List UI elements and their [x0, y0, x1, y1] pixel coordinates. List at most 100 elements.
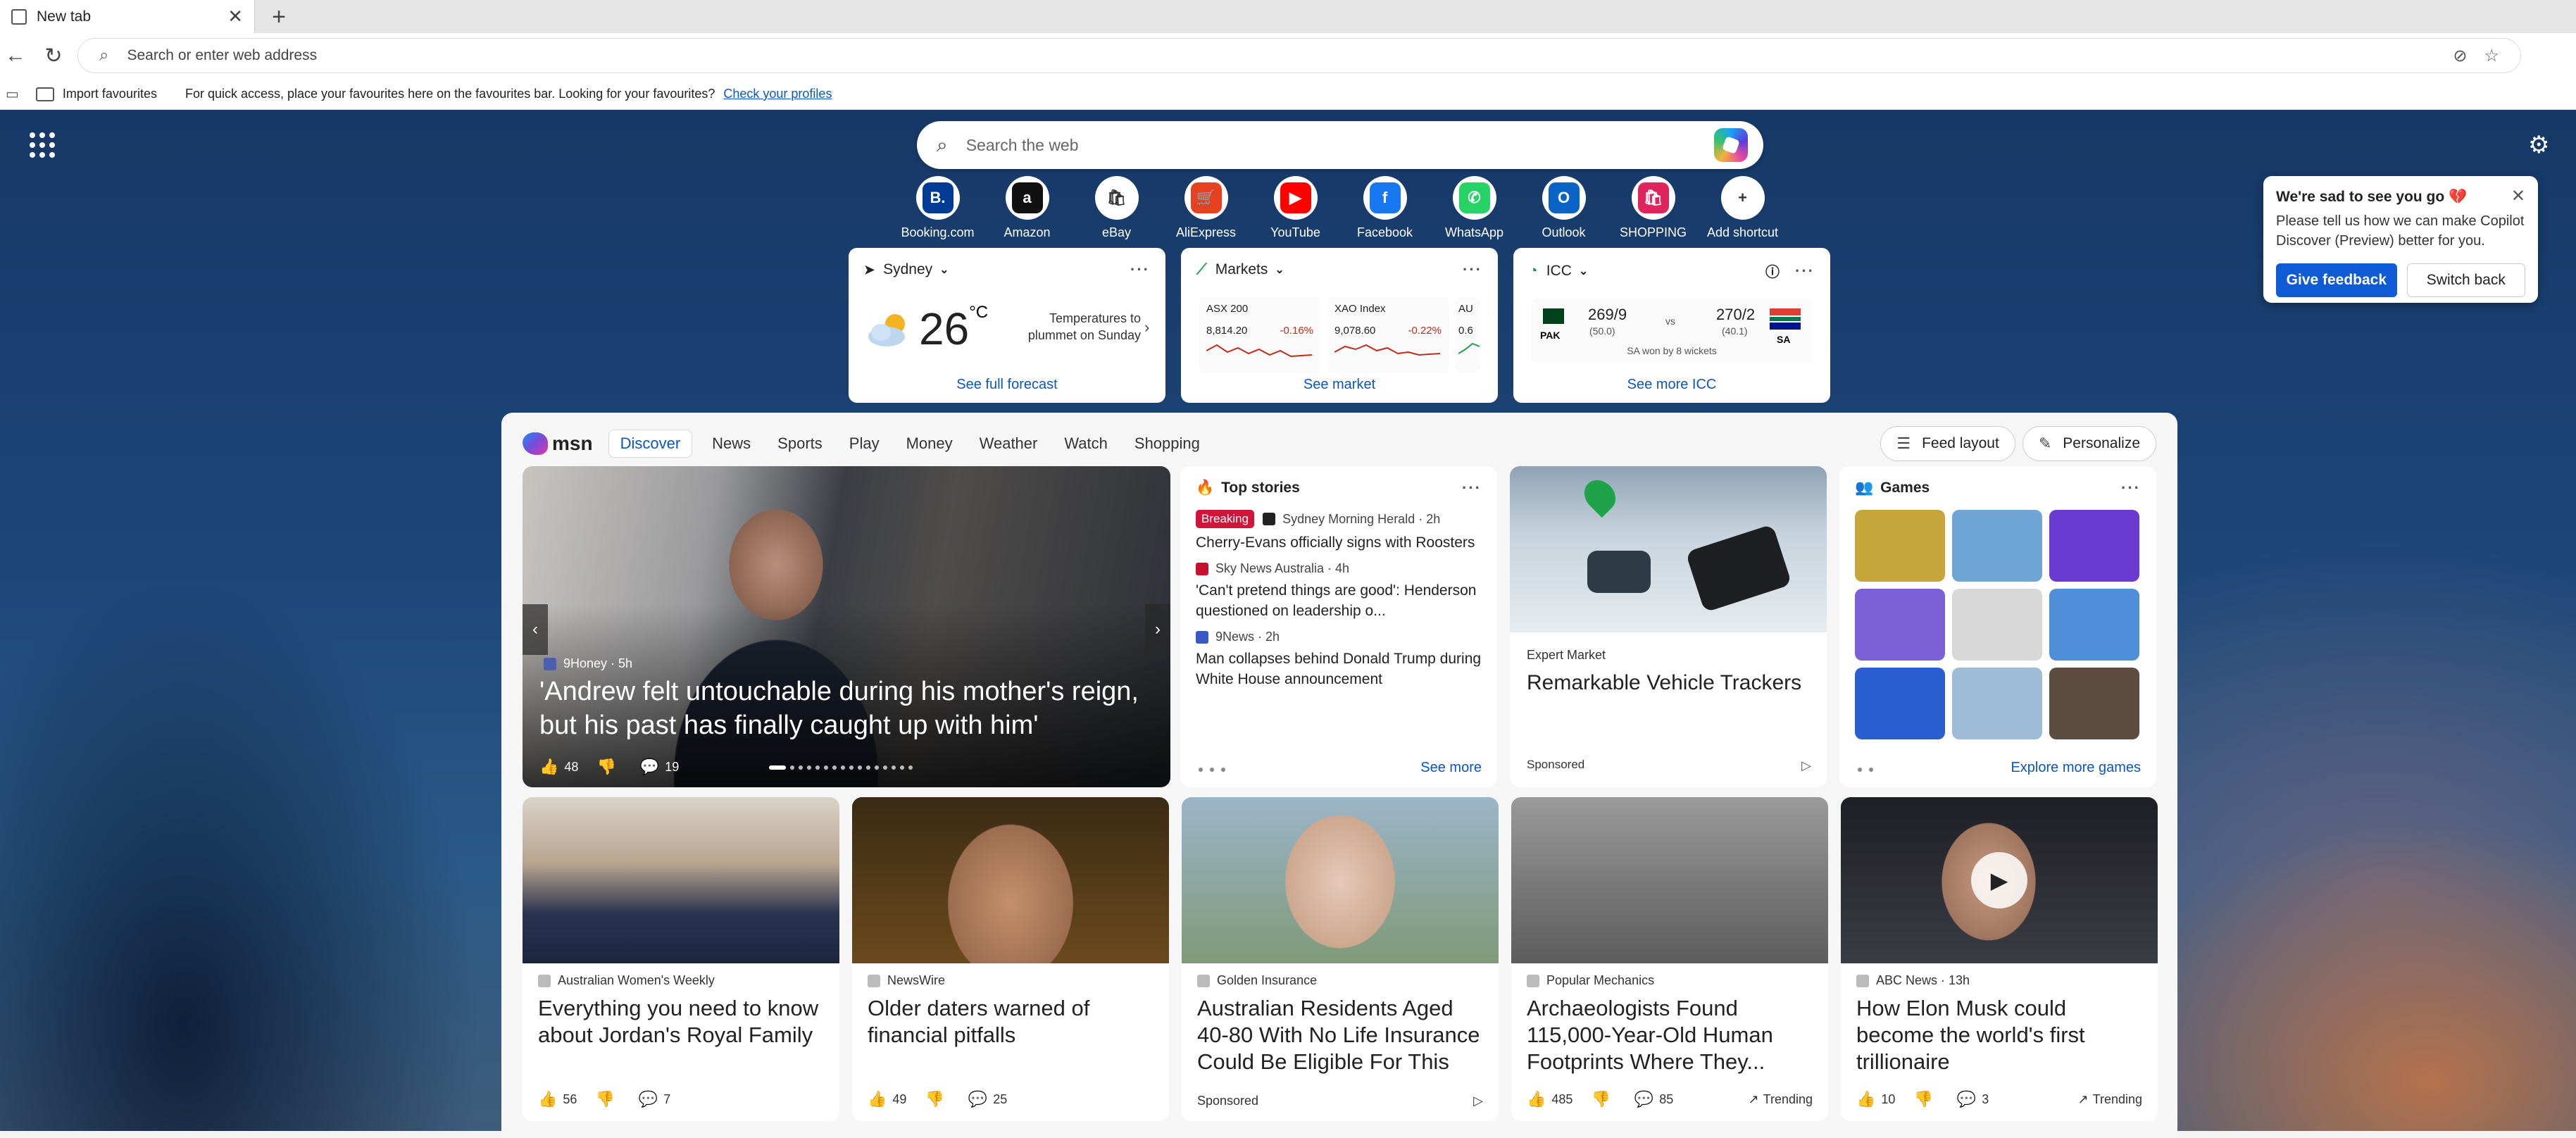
pager-dots[interactable] [1858, 768, 1880, 772]
shortcut-7[interactable]: O Outlook [1519, 176, 1608, 244]
story-item[interactable]: Breaking Sydney Morning Herald · 2h Cherr… [1196, 510, 1482, 553]
give-feedback-button[interactable]: Give feedback [2276, 263, 2397, 297]
market-item[interactable]: ASX 200 8,814.20 -0.16% [1199, 297, 1320, 373]
market-item[interactable]: AU 0.6 [1456, 297, 1480, 373]
tab-new-tab[interactable]: New tab ✕ [0, 0, 255, 33]
shortcut-1[interactable]: a Amazon [982, 176, 1072, 244]
game-tile[interactable] [1855, 589, 1945, 661]
market-item[interactable]: XAO Index 9,078.60 -0.22% [1327, 297, 1449, 373]
new-tab-button[interactable]: + [265, 3, 293, 31]
carousel-dots[interactable] [769, 765, 917, 770]
favourite-star-icon[interactable]: ☆ [2484, 46, 2499, 66]
chevron-down-icon[interactable]: ⌄ [1275, 263, 1284, 277]
more-options-icon[interactable]: ··· [2121, 479, 2141, 497]
play-icon[interactable]: ▶ [1971, 852, 2027, 908]
dislike-button[interactable]: 👎 [596, 758, 621, 776]
address-bar[interactable]: ⌕ Search or enter web address ⊘ ☆ [77, 38, 2521, 73]
story-headline[interactable]: Man collapses behind Donald Trump during… [1196, 649, 1482, 689]
weather-widget[interactable]: ➤ Sydney ⌄ ··· 26°C Temperatures to plum… [849, 248, 1165, 403]
news-title[interactable]: How Elon Musk could become the world's f… [1856, 995, 2142, 1078]
dislike-button[interactable]: 👎 [925, 1090, 949, 1108]
like-button[interactable]: 👍 485 [1527, 1090, 1573, 1108]
icc-more-icon[interactable]: ··· [1795, 262, 1815, 280]
news-title[interactable]: Australian Residents Aged 40-80 With No … [1197, 995, 1483, 1078]
more-options-icon[interactable]: ··· [1462, 479, 1482, 497]
ad-choices-icon[interactable]: ▷ [1473, 1094, 1483, 1108]
tracking-prevention-icon[interactable]: ⊘ [2453, 46, 2467, 66]
explore-more-games-link[interactable]: Explore more games [2011, 760, 2141, 776]
markets-widget[interactable]: ⟋ Markets ⌄ ··· ASX 200 8,814.20 -0.16% X… [1181, 248, 1498, 403]
msn-logo[interactable]: msn [523, 432, 593, 455]
back-button[interactable]: ← [0, 40, 31, 71]
game-tile[interactable] [1952, 589, 2042, 661]
import-favourites-button[interactable]: Import favourites [35, 87, 157, 101]
shortcut-8[interactable]: 🛍 SHOPPING [1608, 176, 1698, 244]
like-button[interactable]: 👍 56 [538, 1090, 577, 1108]
match-card[interactable]: PAK 269/9 (50.0) vs 270/2 (40.1) SA SA w… [1532, 299, 1812, 363]
web-search-box[interactable]: ⌕ Search the web [917, 121, 1763, 169]
icc-title[interactable]: ICC [1546, 263, 1572, 280]
refresh-button[interactable]: ↻ [38, 40, 69, 71]
story-headline[interactable]: Cherry-Evans officially signs with Roost… [1196, 532, 1482, 553]
shortcut-4[interactable]: ▶ YouTube [1251, 176, 1340, 244]
comments-button[interactable]: 💬 19 [640, 758, 679, 776]
see-full-forecast-link[interactable]: See full forecast [849, 377, 1165, 393]
news-card[interactable]: ▶ ABC News · 13h How Elon Musk could becom… [1841, 797, 2158, 1121]
close-icon[interactable]: ✕ [2511, 186, 2525, 206]
like-button[interactable]: 👍 10 [1856, 1090, 1895, 1108]
shortcut-3[interactable]: 🛒 AliExpress [1161, 176, 1251, 244]
news-card[interactable]: Golden Insurance Australian Residents Age… [1182, 797, 1499, 1121]
tab-play[interactable]: Play [849, 434, 880, 453]
news-card[interactable]: Australian Women's Weekly Everything you … [523, 797, 839, 1121]
game-tile[interactable] [1952, 510, 2042, 582]
tab-watch[interactable]: Watch [1064, 434, 1108, 453]
comments-button[interactable]: 💬 7 [639, 1090, 670, 1108]
see-market-link[interactable]: See market [1181, 377, 1498, 393]
chevron-right-icon[interactable]: › [1144, 318, 1149, 337]
news-title[interactable]: Older daters warned of financial pitfall… [868, 995, 1153, 1078]
like-button[interactable]: 👍 48 [539, 758, 578, 776]
ad-choices-icon[interactable]: ▷ [1801, 758, 1811, 773]
shortcut-5[interactable]: f Facebook [1340, 176, 1430, 244]
like-button[interactable]: 👍 49 [868, 1090, 906, 1108]
personalize-button[interactable]: ✎ Personalize [2022, 426, 2156, 461]
news-title[interactable]: Archaeologists Found 115,000-Year-Old Hu… [1527, 995, 1813, 1078]
comments-button[interactable]: 💬 3 [1957, 1090, 1989, 1108]
close-tab-icon[interactable]: ✕ [227, 6, 243, 27]
info-icon[interactable]: ⓘ [1765, 261, 1780, 281]
comments-button[interactable]: 💬 85 [1634, 1090, 1673, 1108]
feed-layout-button[interactable]: ☰ Feed layout [1880, 426, 2015, 461]
chevron-right-icon[interactable]: › [1145, 604, 1170, 655]
game-tile[interactable] [1855, 510, 1945, 582]
hero-title[interactable]: 'Andrew felt untouchable during his moth… [539, 675, 1152, 742]
weather-location[interactable]: Sydney [883, 261, 932, 278]
dislike-button[interactable]: 👎 [1913, 1090, 1938, 1108]
game-tile[interactable] [1952, 668, 2042, 739]
markets-title[interactable]: Markets [1215, 261, 1268, 278]
switch-back-button[interactable]: Switch back [2406, 263, 2525, 297]
shortcut-0[interactable]: B. Booking.com [893, 176, 982, 244]
copilot-icon[interactable] [1714, 128, 1748, 162]
settings-gear-icon[interactable]: ⚙ [2528, 131, 2549, 159]
shortcut-6[interactable]: ✆ WhatsApp [1430, 176, 1519, 244]
weather-note[interactable]: Temperatures to plummet on Sunday [1014, 310, 1141, 344]
tab-weather[interactable]: Weather [980, 434, 1038, 453]
weather-more-icon[interactable]: ··· [1130, 261, 1150, 279]
chevron-down-icon[interactable]: ⌄ [1579, 264, 1588, 278]
comments-button[interactable]: 💬 25 [968, 1090, 1007, 1108]
chevron-left-icon[interactable]: ‹ [523, 604, 548, 655]
dislike-button[interactable]: 👎 [595, 1090, 620, 1108]
see-more-link[interactable]: See more [1420, 760, 1482, 776]
chevron-down-icon[interactable]: ⌄ [939, 263, 949, 277]
collections-icon[interactable]: ▭ [6, 85, 19, 103]
game-tile[interactable] [1855, 668, 1945, 739]
tab-sports[interactable]: Sports [777, 434, 823, 453]
icc-widget[interactable]: ◔ ICC ⌄ ⓘ ··· PAK 269/9 (50.0) vs 270/2 … [1513, 248, 1830, 403]
news-card[interactable]: Popular Mechanics Archaeologists Found 11… [1511, 797, 1828, 1121]
news-card[interactable]: NewsWire Older daters warned of financial… [852, 797, 1169, 1121]
tab-shopping[interactable]: Shopping [1134, 434, 1200, 453]
tab-discover[interactable]: Discover [608, 430, 693, 458]
see-more-icc-link[interactable]: See more ICC [1513, 377, 1830, 393]
game-tile[interactable] [2049, 668, 2139, 739]
dislike-button[interactable]: 👎 [1591, 1090, 1615, 1108]
